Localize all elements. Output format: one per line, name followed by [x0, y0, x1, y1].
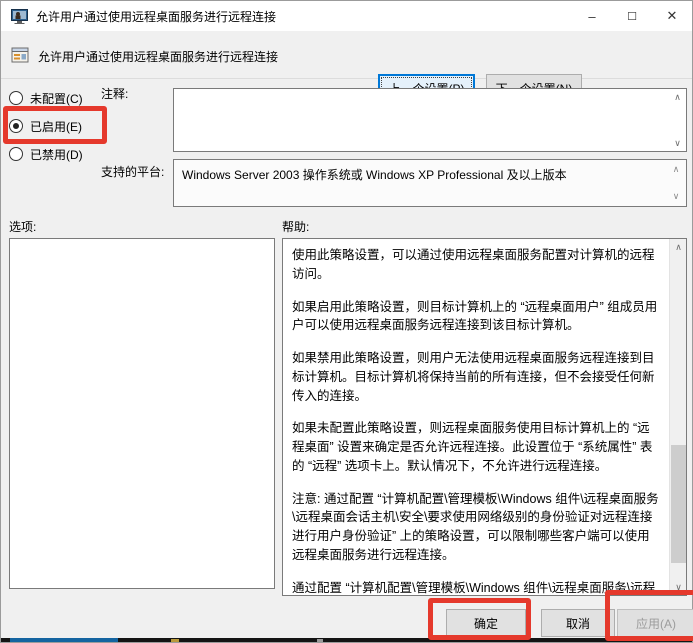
- radio-disabled[interactable]: 已禁用(D): [9, 146, 83, 162]
- policy-setting-dialog: 允许用户通过使用远程桌面服务进行远程连接 – ☐ ✕ 允许用户通过使用远程桌面服…: [0, 0, 693, 643]
- radio-label-not-configured: 未配置(C): [30, 90, 83, 107]
- help-paragraph: 使用此策略设置，可以通过使用远程桌面服务配置对计算机的远程访问。: [292, 246, 661, 284]
- cancel-button[interactable]: 取消: [541, 609, 615, 637]
- help-paragraph: 如果未配置此策略设置，则远程桌面服务使用目标计算机上的 “远程桌面” 设置来确定…: [292, 419, 661, 475]
- ok-button[interactable]: 确定: [446, 609, 526, 637]
- scroll-down-icon[interactable]: ∨: [669, 135, 686, 151]
- scrollbar-thumb[interactable]: [671, 445, 686, 562]
- radio-circle-disabled[interactable]: [9, 147, 23, 161]
- help-text: 使用此策略设置，可以通过使用远程桌面服务配置对计算机的远程访问。 如果启用此策略…: [283, 239, 669, 595]
- help-paragraph: 如果禁用此策略设置，则用户无法使用远程桌面服务远程连接到目标计算机。目标计算机将…: [292, 349, 661, 405]
- help-paragraph: 通过配置 “计算机配置\管理模板\Windows 组件\远程桌面服务\远程桌面会…: [292, 579, 661, 596]
- comment-scrollbar[interactable]: ∧ ∨: [669, 89, 686, 151]
- minimize-button[interactable]: –: [572, 1, 612, 31]
- supported-on-value: Windows Server 2003 操作系统或 Windows XP Pro…: [182, 168, 567, 182]
- options-panel: [9, 238, 275, 589]
- help-scrollbar[interactable]: ∧ ∨: [669, 239, 686, 595]
- taskbar-sliver-blue: [10, 638, 118, 642]
- setting-header: 允许用户通过使用远程桌面服务进行远程连接 上一个设置(P) 下一个设置(N): [1, 31, 692, 79]
- policy-setting-icon: [11, 46, 29, 64]
- apply-button[interactable]: 应用(A): [617, 609, 693, 637]
- scroll-down-icon[interactable]: ∨: [670, 579, 687, 595]
- window-title: 允许用户通过使用远程桌面服务进行远程连接: [36, 8, 276, 25]
- options-label: 选项:: [9, 218, 36, 235]
- taskbar-sliver-dot: [171, 639, 179, 642]
- setting-name: 允许用户通过使用远程桌面服务进行远程连接: [38, 48, 278, 65]
- scroll-down-icon[interactable]: ∨: [673, 191, 680, 202]
- close-button[interactable]: ✕: [652, 1, 692, 31]
- supported-on-scrollbar[interactable]: ∧ ∨: [668, 164, 684, 202]
- comment-label: 注释:: [101, 85, 128, 102]
- taskbar-sliver-dot: [317, 639, 323, 642]
- scroll-up-icon[interactable]: ∧: [670, 239, 687, 255]
- help-paragraph: 注意: 通过配置 “计算机配置\管理模板\Windows 组件\远程桌面服务\远…: [292, 490, 661, 565]
- scroll-up-icon[interactable]: ∧: [673, 164, 680, 175]
- supported-on-label: 支持的平台:: [101, 163, 164, 180]
- comment-textbox[interactable]: ∧ ∨: [173, 88, 687, 152]
- maximize-button[interactable]: ☐: [612, 1, 652, 31]
- radio-not-configured[interactable]: 未配置(C): [9, 90, 83, 106]
- title-bar: 允许用户通过使用远程桌面服务进行远程连接 – ☐ ✕: [1, 1, 692, 31]
- supported-on-textbox[interactable]: Windows Server 2003 操作系统或 Windows XP Pro…: [173, 159, 687, 207]
- radio-label-disabled: 已禁用(D): [30, 146, 83, 163]
- help-panel: 使用此策略设置，可以通过使用远程桌面服务配置对计算机的远程访问。 如果启用此策略…: [282, 238, 687, 596]
- radio-enabled[interactable]: 已启用(E): [9, 118, 82, 134]
- radio-label-enabled: 已启用(E): [30, 118, 82, 135]
- radio-circle-not-configured[interactable]: [9, 91, 23, 105]
- radio-circle-enabled[interactable]: [9, 119, 23, 133]
- monitor-icon: [11, 9, 28, 24]
- help-label: 帮助:: [282, 218, 309, 235]
- scroll-up-icon[interactable]: ∧: [669, 89, 686, 105]
- help-paragraph: 如果启用此策略设置，则目标计算机上的 “远程桌面用户” 组成员用户可以使用远程桌…: [292, 298, 661, 336]
- taskbar-sliver: [1, 638, 692, 642]
